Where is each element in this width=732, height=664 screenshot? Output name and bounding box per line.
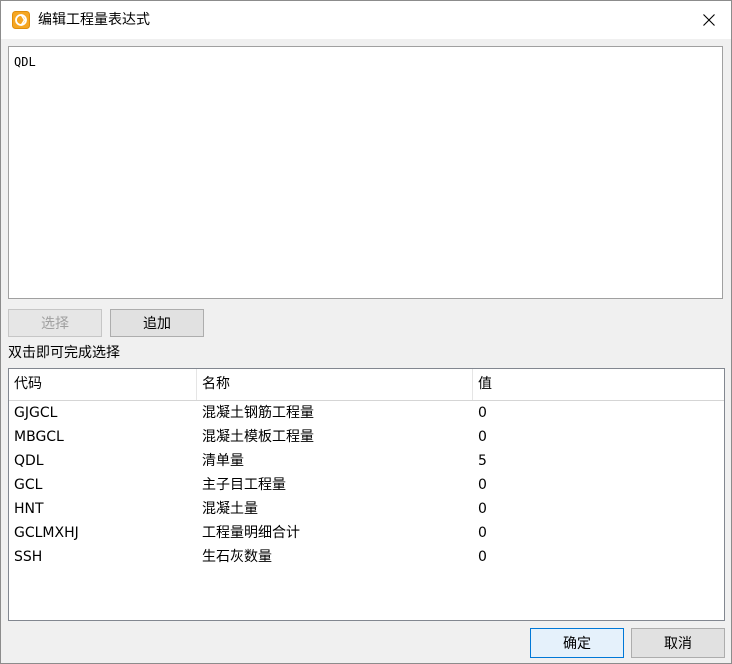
cell-name: 混凝土模板工程量: [202, 429, 314, 445]
cell-value: 0: [478, 405, 487, 421]
close-button[interactable]: [687, 1, 731, 39]
table-row[interactable]: SSH 生石灰数量 0: [9, 545, 724, 569]
table-row[interactable]: GCLMXHJ 工程量明细合计 0: [9, 521, 724, 545]
cell-code: SSH: [14, 549, 43, 565]
cell-value: 0: [478, 429, 487, 445]
table-row[interactable]: MBGCL 混凝土模板工程量 0: [9, 425, 724, 449]
dialog-window: 编辑工程量表达式 QDL 选择 追加 双击即可完成选择 代码 名称 值 GJGC…: [0, 0, 732, 664]
title-bar: 编辑工程量表达式: [1, 1, 731, 39]
cell-name: 生石灰数量: [202, 549, 272, 565]
column-header-name[interactable]: 名称: [197, 369, 473, 400]
table-row[interactable]: QDL 清单量 5: [9, 449, 724, 473]
hint-label: 双击即可完成选择: [8, 345, 120, 361]
cell-value: 0: [478, 477, 487, 493]
variables-table[interactable]: 代码 名称 值 GJGCL 混凝土钢筋工程量 0 MBGCL 混凝土模板工程量 …: [8, 368, 725, 621]
expression-input[interactable]: QDL: [8, 46, 723, 299]
add-button[interactable]: 追加: [110, 309, 204, 337]
cell-code: QDL: [14, 453, 44, 469]
cell-code: HNT: [14, 501, 44, 517]
cell-code: GJGCL: [14, 405, 58, 421]
cell-code: GCL: [14, 477, 43, 493]
cell-name: 主子目工程量: [202, 477, 286, 493]
close-icon: [703, 14, 715, 26]
table-row[interactable]: GCL 主子目工程量 0: [9, 473, 724, 497]
table-row[interactable]: GJGCL 混凝土钢筋工程量 0: [9, 401, 724, 425]
cell-code: GCLMXHJ: [14, 525, 79, 541]
window-title: 编辑工程量表达式: [38, 12, 150, 28]
cell-name: 混凝土钢筋工程量: [202, 405, 314, 421]
table-header: 代码 名称 值: [9, 369, 724, 401]
cell-name: 工程量明细合计: [202, 525, 300, 541]
column-header-value[interactable]: 值: [473, 369, 724, 400]
cell-value: 0: [478, 549, 487, 565]
column-header-code[interactable]: 代码: [9, 369, 197, 400]
select-button[interactable]: 选择: [8, 309, 102, 337]
cell-value: 5: [478, 453, 487, 469]
cell-value: 0: [478, 525, 487, 541]
cell-value: 0: [478, 501, 487, 517]
cell-code: MBGCL: [14, 429, 64, 445]
cell-name: 清单量: [202, 453, 244, 469]
cancel-button[interactable]: 取消: [631, 628, 725, 658]
app-logo-icon: [12, 11, 30, 29]
table-row[interactable]: HNT 混凝土量 0: [9, 497, 724, 521]
ok-button[interactable]: 确定: [530, 628, 624, 658]
cell-name: 混凝土量: [202, 501, 258, 517]
